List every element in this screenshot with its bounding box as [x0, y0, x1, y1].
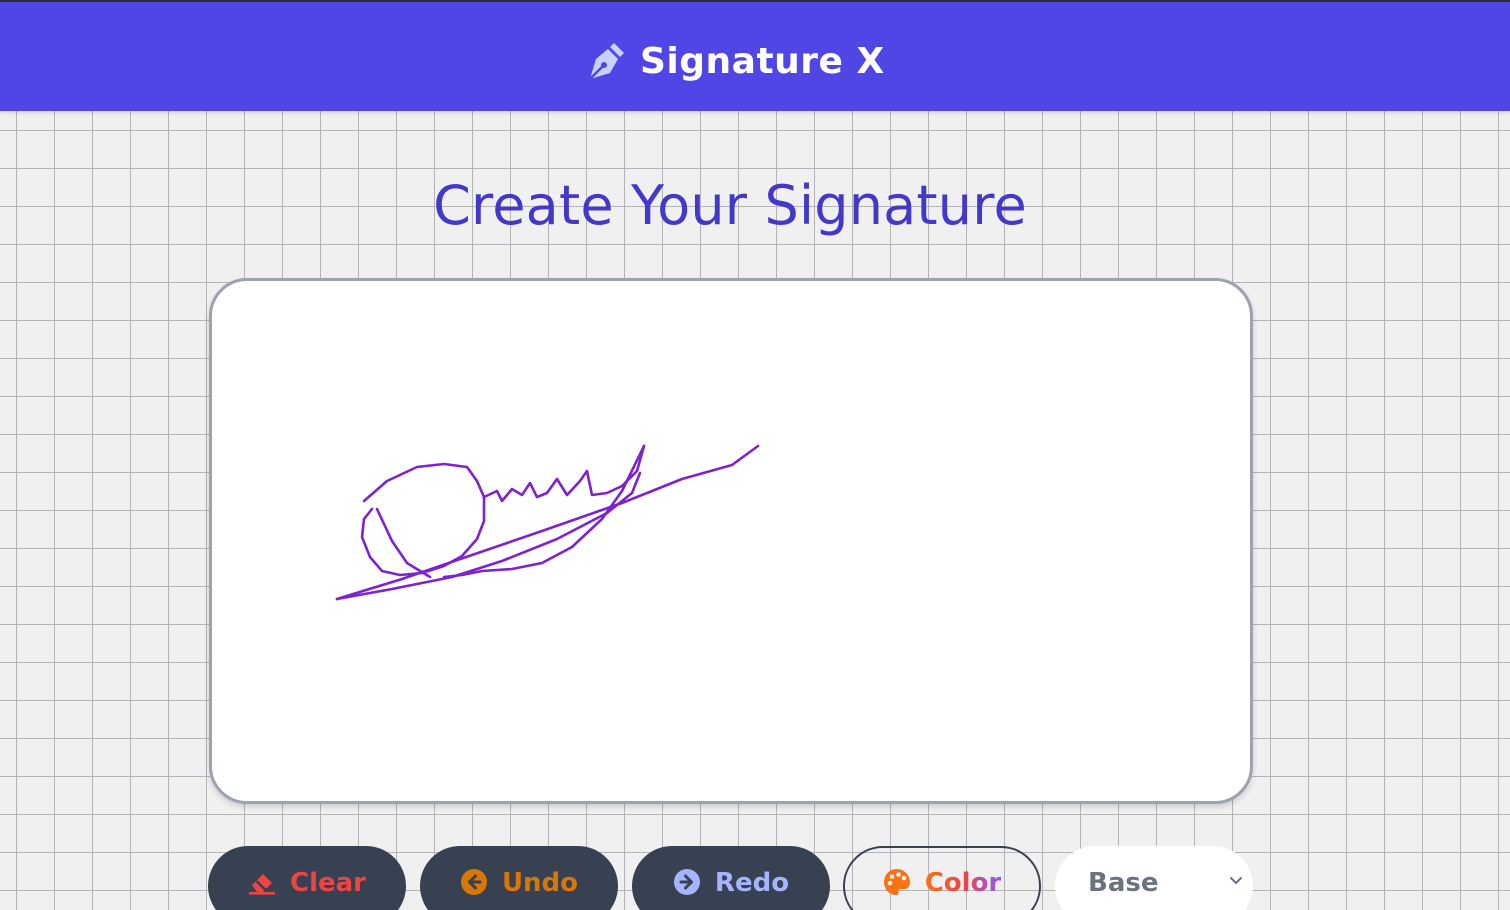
brand: Signature X — [584, 36, 885, 86]
signature-stroke — [442, 444, 646, 579]
arrow-right-circle-icon — [673, 869, 700, 895]
color-button[interactable]: Color — [843, 846, 1041, 910]
app-title: Signature X — [640, 40, 885, 82]
color-label: Color — [924, 868, 1002, 898]
signature-stroke-layer — [335, 444, 760, 601]
pen-nib-icon — [589, 43, 624, 80]
arrow-left-circle-icon — [460, 869, 487, 895]
page-title: Create Your Signature — [433, 174, 1027, 237]
signature-pad[interactable] — [209, 278, 1253, 804]
signature-drawing — [335, 444, 760, 601]
redo-button[interactable]: Redo — [632, 846, 830, 910]
clear-button[interactable]: Clear — [208, 846, 406, 910]
signature-stroke — [335, 471, 642, 601]
undo-button[interactable]: Undo — [420, 846, 618, 910]
chevron-down-icon — [1230, 877, 1242, 885]
stroke-size-value: Base — [1088, 868, 1159, 898]
app-header: Signature X — [0, 2, 1510, 111]
undo-label: Undo — [501, 868, 579, 898]
eraser-icon — [249, 874, 275, 895]
redo-label: Redo — [714, 868, 790, 898]
signature-stroke — [375, 507, 432, 579]
clear-label: Clear — [290, 868, 366, 898]
stroke-size-select[interactable]: Base — [1055, 846, 1253, 910]
palette-icon — [883, 869, 910, 895]
